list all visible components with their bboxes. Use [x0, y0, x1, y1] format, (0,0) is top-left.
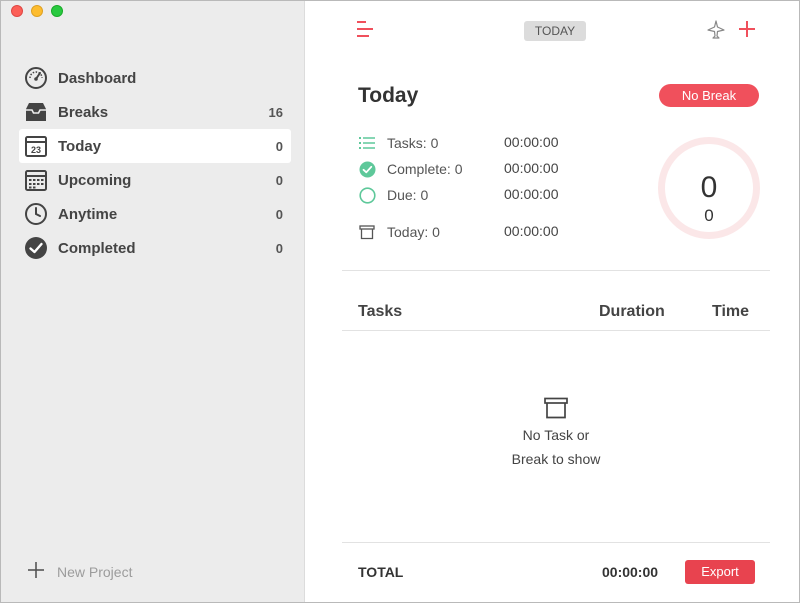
app-window: Dashboard Breaks 16 23 Today 0 Upcoming … [0, 0, 800, 603]
sidebar-item-label: Breaks [58, 103, 109, 121]
divider [342, 542, 770, 543]
sidebar: Dashboard Breaks 16 23 Today 0 Upcoming … [1, 1, 305, 602]
progress-ring-count: 0 [700, 171, 718, 204]
sidebar-item-dashboard[interactable]: Dashboard [19, 61, 291, 95]
sidebar-item-count: 0 [275, 138, 283, 154]
divider [342, 330, 770, 331]
stat-time: 00:00:00 [504, 186, 559, 202]
view-label-badge: TODAY [524, 21, 586, 41]
stat-label: Due: 0 [387, 187, 429, 203]
sidebar-item-completed[interactable]: Completed 0 [19, 231, 291, 265]
export-button[interactable]: Export [685, 560, 755, 584]
close-window-button[interactable] [11, 5, 23, 17]
stat-label: Tasks: 0 [387, 135, 439, 151]
sidebar-item-label: Completed [58, 239, 136, 257]
zoom-window-button[interactable] [51, 5, 63, 17]
calendar-grid-icon [23, 167, 49, 193]
total-time: 00:00:00 [602, 564, 659, 580]
total-label: TOTAL [358, 564, 404, 580]
empty-state-line1: No Task or [522, 427, 590, 443]
calendar-day-icon: 23 [23, 133, 49, 159]
empty-state-line2: Break to show [511, 451, 601, 467]
sidebar-item-breaks[interactable]: Breaks 16 [19, 95, 291, 129]
sidebar-item-label: Today [58, 137, 102, 155]
list-icon [358, 134, 376, 152]
check-circle-green-icon [358, 160, 376, 178]
stat-tasks: Tasks: 0 [358, 134, 438, 152]
sidebar-item-label: Dashboard [58, 69, 137, 87]
inbox-tray-icon [23, 99, 49, 125]
airplane-icon[interactable] [706, 20, 726, 45]
sidebar-nav: Dashboard Breaks 16 23 Today 0 Upcoming … [19, 61, 291, 265]
menu-icon[interactable] [356, 19, 374, 44]
calendar-day-number: 23 [31, 145, 41, 155]
check-circle-icon [23, 235, 49, 261]
plus-icon [27, 561, 45, 582]
no-break-button[interactable]: No Break [659, 84, 759, 107]
circle-outline-icon [358, 186, 376, 204]
stat-due: Due: 0 [358, 186, 428, 204]
column-header-duration[interactable]: Duration [599, 303, 665, 321]
stat-complete: Complete: 0 [358, 160, 462, 178]
stat-time: 00:00:00 [504, 134, 559, 150]
stat-label: Today: 0 [387, 224, 440, 240]
sidebar-item-count: 0 [275, 206, 283, 222]
empty-state: No Task or Break to show [476, 397, 636, 471]
progress-ring-subcount: 0 [704, 206, 714, 225]
new-project-label: New Project [57, 563, 133, 580]
column-header-time[interactable]: Time [712, 303, 749, 321]
column-header-tasks[interactable]: Tasks [358, 303, 402, 321]
sidebar-item-label: Anytime [58, 205, 118, 223]
stat-today: Today: 0 [358, 223, 440, 241]
sidebar-item-upcoming[interactable]: Upcoming 0 [19, 163, 291, 197]
sidebar-item-count: 0 [275, 240, 283, 256]
add-task-icon[interactable] [737, 19, 757, 44]
stat-label: Complete: 0 [387, 161, 463, 177]
dashboard-gauge-icon [23, 65, 49, 91]
stat-time: 00:00:00 [504, 160, 559, 176]
empty-box-icon [476, 397, 636, 419]
window-controls [11, 5, 63, 17]
page-title: Today [358, 84, 419, 107]
archive-box-icon [358, 223, 376, 241]
sidebar-item-label: Upcoming [58, 171, 132, 189]
sidebar-item-count: 16 [268, 104, 283, 120]
divider [342, 270, 770, 271]
sidebar-item-count: 0 [275, 172, 283, 188]
new-project-button[interactable]: New Project [27, 561, 132, 582]
stat-time: 00:00:00 [504, 223, 559, 239]
sidebar-item-anytime[interactable]: Anytime 0 [19, 197, 291, 231]
clock-icon [23, 201, 49, 227]
sidebar-item-today[interactable]: 23 Today 0 [19, 129, 291, 163]
minimize-window-button[interactable] [31, 5, 43, 17]
main-panel: TODAY Today No Break Tasks: 0 00:00:00 C… [306, 1, 799, 602]
